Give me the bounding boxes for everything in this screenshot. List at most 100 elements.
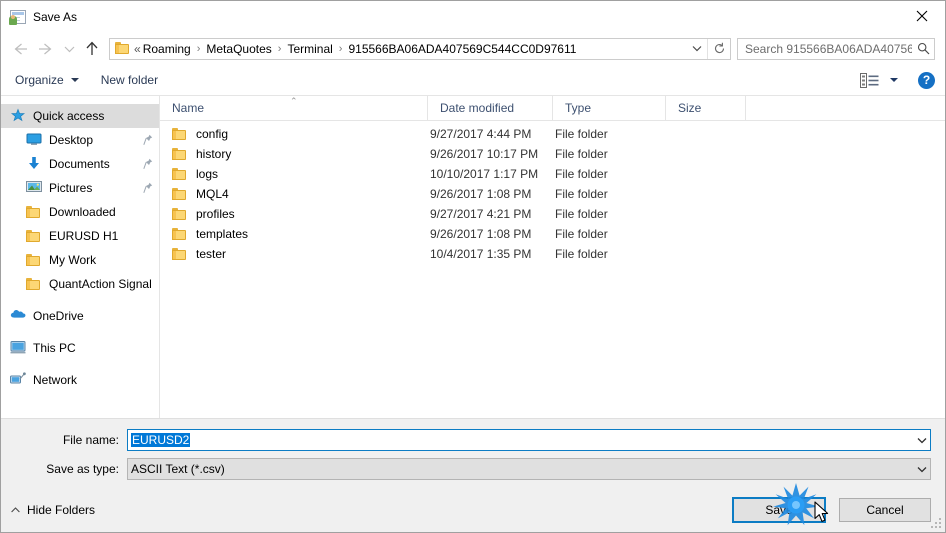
change-view-button[interactable] — [860, 72, 898, 88]
hide-folders-button[interactable]: Hide Folders — [11, 503, 95, 517]
folder-icon — [26, 276, 42, 292]
up-button[interactable] — [79, 36, 105, 62]
documents-download-icon — [26, 156, 42, 172]
file-name-label: tester — [196, 247, 227, 261]
table-row[interactable]: templates 9/26/2017 1:08 PM File folder — [160, 224, 945, 244]
pin-icon[interactable] — [143, 158, 153, 170]
table-row[interactable]: logs 10/10/2017 1:17 PM File folder — [160, 164, 945, 184]
dialog-footer: Hide Folders Save Cancel — [1, 488, 945, 532]
save-form: File name: EURUSD2 Save as type: ASCII T… — [1, 418, 945, 488]
file-date-cell: 10/10/2017 1:17 PM — [430, 167, 539, 181]
cancel-button[interactable]: Cancel — [839, 498, 931, 522]
toolbar: Organize New folder ? — [1, 65, 945, 96]
save-as-type-row: Save as type: ASCII Text (*.csv) — [15, 458, 931, 480]
breadcrumb-segment-terminal[interactable]: Terminal — [287, 42, 332, 56]
sidebar-item-eurusd-h1[interactable]: EURUSD H1 — [1, 224, 159, 248]
file-name-input[interactable]: EURUSD2 — [127, 429, 931, 451]
new-folder-button[interactable]: New folder — [101, 73, 158, 87]
folder-icon — [172, 248, 187, 260]
file-name-cell: MQL4 — [160, 187, 428, 201]
file-name-value-wrap: EURUSD2 — [128, 433, 913, 447]
file-name-label: File name: — [62, 433, 119, 447]
folder-icon — [172, 168, 187, 180]
breadcrumb-separator: › — [277, 42, 282, 55]
table-row[interactable]: config 9/27/2017 4:44 PM File folder — [160, 124, 945, 144]
search-input[interactable]: Search 915566BA06ADA40756... — [738, 42, 912, 56]
file-rows: config 9/27/2017 4:44 PM File folder his… — [160, 121, 945, 418]
sidebar-item-label: Quick access — [33, 109, 105, 123]
save-as-type-value: ASCII Text (*.csv) — [131, 462, 225, 476]
breadcrumb-segment-metaquotes[interactable]: MetaQuotes — [206, 42, 271, 56]
sidebar-item-this-pc[interactable]: This PC — [1, 336, 159, 360]
sidebar-item-label: OneDrive — [33, 309, 84, 323]
column-header-name-label: Name — [172, 101, 205, 115]
sidebar-item-my-work[interactable]: My Work — [1, 248, 159, 272]
file-name-cell: templates — [160, 227, 428, 241]
sidebar-item-documents[interactable]: Documents — [1, 152, 159, 176]
folder-icon — [172, 208, 187, 220]
sidebar-item-pictures[interactable]: Pictures — [1, 176, 159, 200]
file-name-row: File name: EURUSD2 — [15, 429, 931, 451]
sidebar-item-onedrive[interactable]: OneDrive — [1, 304, 159, 328]
file-name-label: logs — [196, 167, 219, 181]
save-as-type-label: Save as type: — [46, 462, 119, 476]
sidebar-item-quick-access[interactable]: Quick access — [1, 104, 159, 128]
pin-icon[interactable] — [143, 134, 153, 146]
breadcrumb-segment-roaming[interactable]: Roaming — [143, 42, 191, 56]
close-icon[interactable] — [899, 1, 945, 31]
save-button[interactable]: Save — [732, 497, 826, 523]
column-header-date-modified[interactable]: Date modified — [428, 96, 553, 120]
sidebar-item-label: Desktop — [49, 133, 94, 147]
resize-grip-icon[interactable] — [931, 518, 942, 529]
sidebar-item-desktop[interactable]: Desktop — [1, 128, 159, 152]
file-list-pane: Name ⌃ Date modified Type Size config 9/… — [160, 96, 945, 418]
chevron-down-icon — [70, 78, 79, 82]
sidebar-item-label: QuantAction Signal — [49, 277, 152, 291]
table-row[interactable]: MQL4 9/26/2017 1:08 PM File folder — [160, 184, 945, 204]
chevron-down-icon — [890, 78, 898, 82]
file-name-label: config — [196, 127, 229, 141]
column-header-type[interactable]: Type — [553, 96, 666, 120]
breadcrumb[interactable]: « Roaming › MetaQuotes › Terminal › 9155… — [109, 37, 731, 60]
sidebar-item-label: EURUSD H1 — [49, 229, 119, 243]
save-as-dialog: Save As « Roaming › MetaQuotes › Termina… — [0, 0, 946, 533]
save-as-type-select[interactable]: ASCII Text (*.csv) — [127, 458, 931, 480]
chevron-down-icon[interactable] — [913, 437, 930, 444]
save-as-icon — [9, 9, 26, 25]
column-header-size[interactable]: Size — [666, 96, 746, 120]
help-icon[interactable]: ? — [918, 71, 935, 89]
sidebar-item-label: Pictures — [49, 181, 93, 195]
file-name-cell: profiles — [160, 207, 428, 221]
table-row[interactable]: profiles 9/27/2017 4:21 PM File folder — [160, 204, 945, 224]
refresh-icon[interactable] — [707, 38, 730, 59]
chevron-down-icon[interactable] — [913, 466, 930, 473]
file-type-cell: File folder — [555, 187, 608, 201]
file-date-cell: 9/26/2017 1:08 PM — [430, 187, 532, 201]
search-icon[interactable] — [912, 42, 934, 55]
breadcrumb-segment-terminal-id[interactable]: 915566BA06ADA407569C544CC0D97611 — [348, 42, 576, 56]
title-bar: Save As — [1, 1, 945, 32]
column-header-name[interactable]: Name ⌃ — [160, 96, 428, 120]
breadcrumb-separator: › — [338, 42, 343, 55]
table-row[interactable]: tester 10/4/2017 1:35 PM File folder — [160, 244, 945, 264]
table-row[interactable]: history 9/26/2017 10:17 PM File folder — [160, 144, 945, 164]
file-name-value: EURUSD2 — [131, 433, 191, 447]
forward-button[interactable] — [33, 36, 59, 62]
file-name-cell: logs — [160, 167, 428, 181]
search-box[interactable]: Search 915566BA06ADA40756... — [737, 37, 935, 60]
organize-button[interactable]: Organize — [15, 73, 79, 87]
sidebar-item-quantaction-signal[interactable]: QuantAction Signal — [1, 272, 159, 296]
window-title: Save As — [33, 9, 78, 24]
folder-icon — [172, 128, 187, 140]
star-pin-icon — [10, 108, 26, 124]
chevron-down-icon[interactable] — [687, 39, 707, 59]
pin-icon[interactable] — [143, 182, 153, 194]
breadcrumb-separator: › — [196, 42, 201, 55]
recent-locations-button[interactable] — [59, 36, 79, 62]
breadcrumb-overflow[interactable]: « — [134, 42, 141, 56]
back-button[interactable] — [7, 36, 33, 62]
sidebar-item-network[interactable]: Network — [1, 368, 159, 392]
sidebar-item-label: My Work — [49, 253, 97, 267]
sidebar-item-downloaded[interactable]: Downloaded — [1, 200, 159, 224]
file-type-cell: File folder — [555, 147, 608, 161]
